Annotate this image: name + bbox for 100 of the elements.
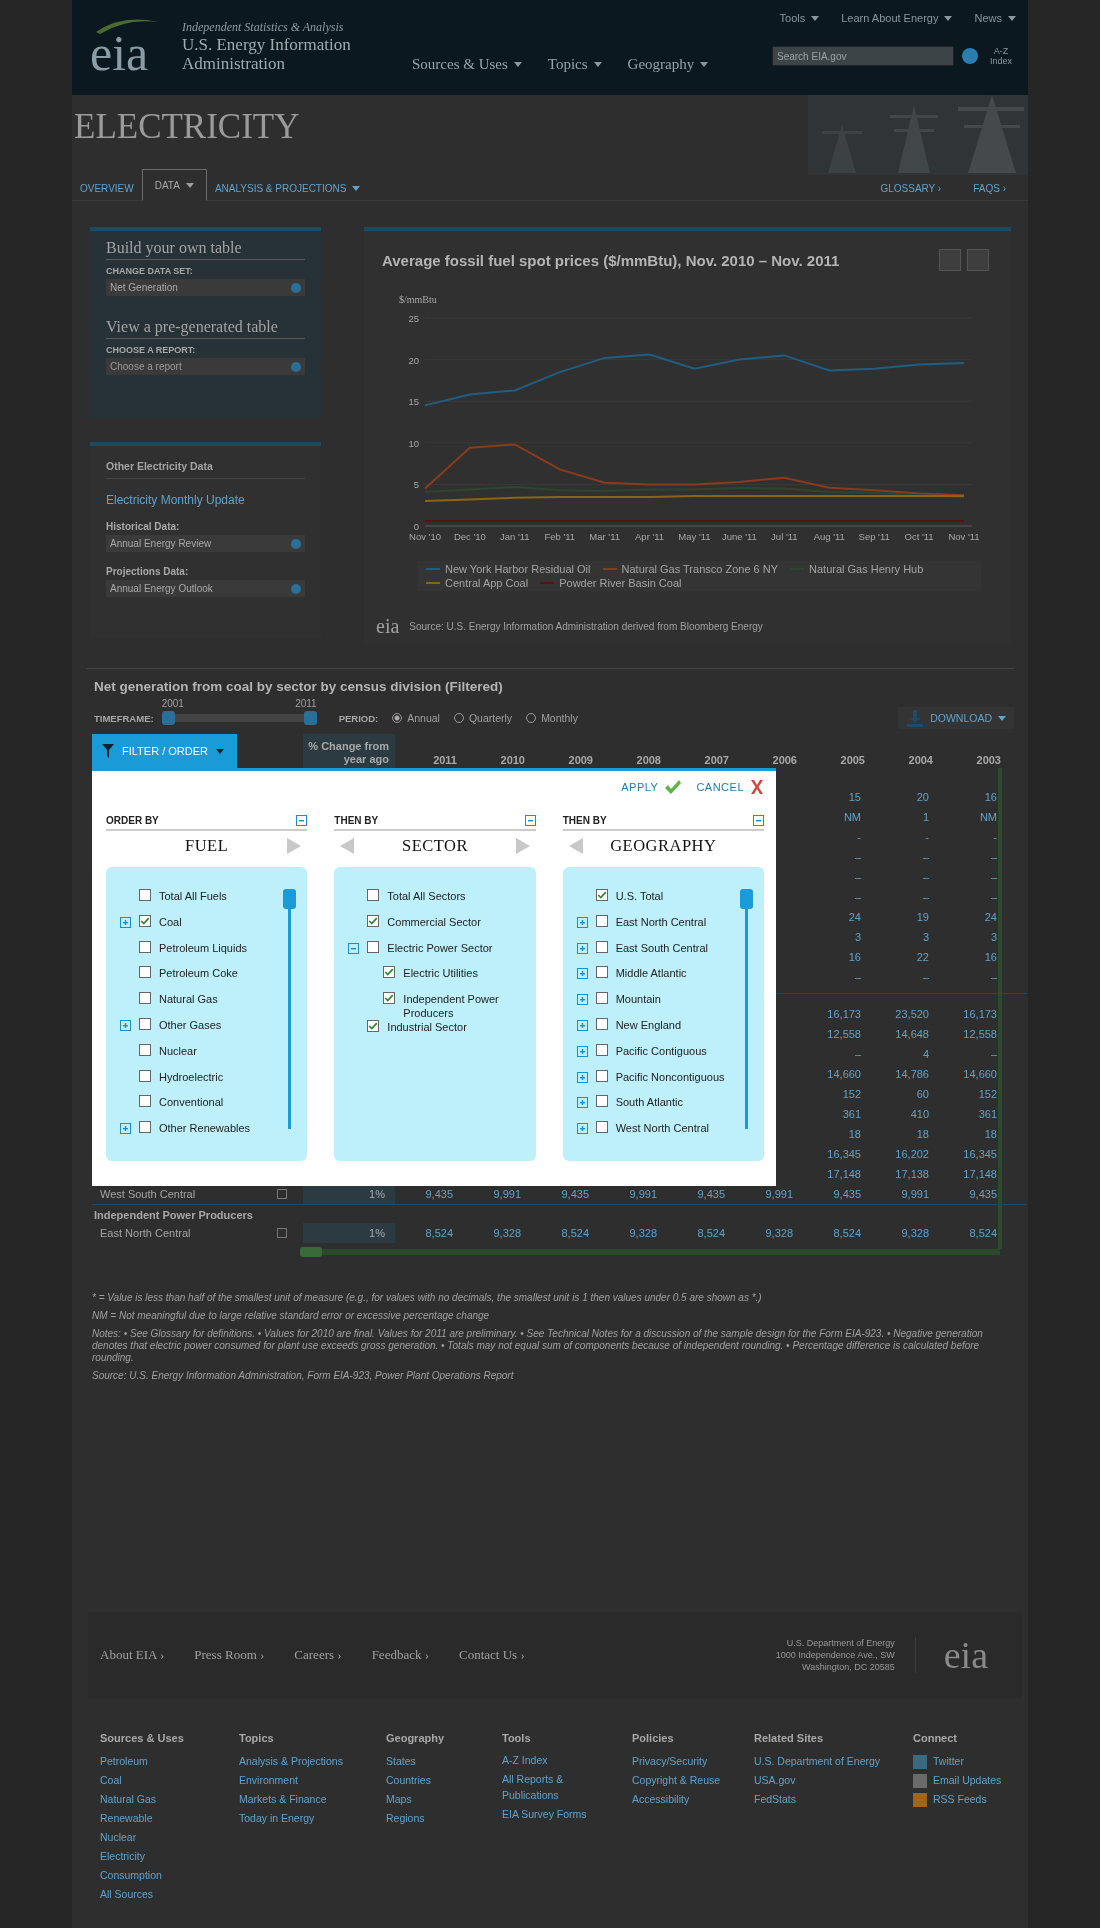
checkbox[interactable] [595, 1018, 608, 1030]
footer-link[interactable]: RSS Feeds [933, 1790, 987, 1809]
scroll-thumb[interactable] [283, 889, 297, 909]
footer-link[interactable]: Electricity [100, 1847, 239, 1866]
footer-link[interactable]: Contact Us › [459, 1647, 525, 1663]
footer-link[interactable]: Environment [239, 1771, 386, 1790]
checkbox[interactable] [139, 1043, 151, 1056]
footer-link[interactable]: Feedback › [371, 1647, 429, 1663]
scrollbar[interactable] [300, 1247, 1000, 1257]
checkbox[interactable] [383, 966, 396, 979]
expand-icon[interactable] [576, 1071, 588, 1083]
checkbox[interactable] [595, 1069, 608, 1082]
footer-link[interactable]: Consumption [100, 1866, 239, 1885]
expand-icon[interactable] [576, 1123, 588, 1135]
apply-button[interactable]: APPLY [621, 779, 683, 795]
footer-link[interactable]: States [386, 1752, 502, 1771]
checkbox[interactable] [595, 940, 608, 953]
checkbox[interactable] [595, 992, 608, 1005]
az-index-link[interactable]: A-Z Index [986, 46, 1016, 66]
search-field[interactable]: Search EIA.gov [772, 46, 954, 66]
footer-link[interactable]: Twitter [933, 1752, 964, 1771]
footer-link[interactable]: EIA Survey Forms [502, 1806, 602, 1822]
radio-button[interactable] [392, 713, 403, 723]
expand-icon[interactable] [576, 994, 588, 1006]
checkbox[interactable] [139, 992, 151, 1005]
scroll-thumb[interactable] [300, 1247, 322, 1257]
cancel-button[interactable]: CANCEL [696, 779, 764, 795]
footer-link[interactable]: Accessibility [632, 1790, 754, 1809]
logo[interactable]: eia [915, 1633, 1022, 1677]
top-link[interactable]: Learn About Energy [841, 12, 953, 24]
checkbox[interactable] [595, 1121, 608, 1134]
expand-icon[interactable] [576, 1020, 588, 1031]
tab-link[interactable]: GLOSSARY › [870, 175, 964, 201]
dropdown-field[interactable]: Annual Energy Outlook [106, 580, 305, 597]
footer-link[interactable]: Maps [386, 1790, 502, 1809]
checkbox[interactable] [139, 1095, 151, 1108]
nav-item[interactable]: Sources & Uses [412, 56, 522, 73]
footer-link[interactable]: Press Room › [194, 1647, 265, 1663]
tab[interactable]: OVERVIEW [72, 175, 142, 201]
top-link[interactable]: Tools [779, 12, 820, 24]
dropdown-field[interactable]: Choose a report [106, 358, 305, 375]
footer-link[interactable]: Privacy/Security [632, 1752, 754, 1771]
collapse-icon[interactable] [348, 942, 360, 954]
footer-link[interactable]: Copyright & Reuse [632, 1771, 754, 1790]
checkbox[interactable] [139, 940, 151, 953]
nav-item[interactable]: Geography [627, 56, 709, 73]
checkbox[interactable] [367, 1020, 380, 1033]
checkbox[interactable] [595, 914, 608, 927]
footer-link[interactable]: A-Z Index [502, 1752, 602, 1768]
footer-link[interactable]: FedStats [754, 1790, 913, 1809]
dropdown-field[interactable]: Annual Energy Review [106, 535, 305, 552]
checkbox[interactable] [595, 889, 608, 901]
checkbox[interactable] [139, 1121, 151, 1134]
tab-link[interactable]: FAQS › [963, 175, 1028, 201]
checkbox[interactable] [139, 914, 151, 927]
checkbox[interactable] [595, 1095, 608, 1108]
footer-link[interactable]: Petroleum [100, 1752, 239, 1771]
expand-icon[interactable] [576, 968, 588, 980]
expand-icon[interactable] [576, 942, 588, 954]
checkbox[interactable] [595, 1043, 608, 1056]
footer-link[interactable]: Careers › [294, 1647, 342, 1663]
footer-link[interactable]: Coal [100, 1771, 239, 1790]
expand-icon[interactable] [120, 1123, 131, 1135]
download-button[interactable]: DOWNLOAD [898, 707, 1014, 729]
footer-link[interactable]: Nuclear [100, 1828, 239, 1847]
checkbox[interactable] [139, 1069, 151, 1082]
checkbox[interactable] [367, 914, 380, 927]
tab[interactable]: ANALYSIS & PROJECTIONS [206, 175, 369, 201]
expand-icon[interactable] [576, 1097, 588, 1109]
expand-icon[interactable] [120, 916, 131, 928]
link[interactable]: Electricity Monthly Update [106, 493, 305, 507]
footer-link[interactable]: All Reports & Publications [502, 1771, 602, 1803]
checkbox[interactable] [139, 1018, 151, 1030]
footer-link[interactable]: U.S. Department of Energy [754, 1752, 913, 1771]
checkbox[interactable] [367, 889, 380, 901]
checkbox[interactable] [367, 940, 380, 953]
checkbox[interactable] [139, 889, 151, 901]
footer-link[interactable]: All Sources [100, 1885, 239, 1904]
footer-link[interactable]: USA.gov [754, 1771, 913, 1790]
footer-link[interactable]: Natural Gas [100, 1790, 239, 1809]
footer-link[interactable]: Countries [386, 1771, 502, 1790]
footer-link[interactable]: Markets & Finance [239, 1790, 386, 1809]
footer-link[interactable]: Today in Energy [239, 1809, 386, 1828]
footer-link[interactable]: About EIA › [100, 1647, 165, 1663]
checkbox[interactable] [383, 992, 396, 1005]
top-link[interactable]: News [974, 12, 1016, 24]
slider-handle[interactable] [161, 711, 175, 725]
search-button[interactable] [962, 48, 978, 64]
expand-icon[interactable] [576, 1045, 588, 1057]
checkbox[interactable] [139, 966, 151, 979]
footer-link[interactable]: Email Updates [933, 1771, 1002, 1790]
slider-handle[interactable] [303, 711, 317, 725]
footer-link[interactable]: Analysis & Projections [239, 1752, 386, 1771]
footer-link[interactable]: Regions [386, 1809, 502, 1828]
dropdown-field[interactable]: Net Generation [106, 279, 305, 296]
scroll-thumb[interactable] [740, 889, 753, 909]
logo[interactable]: eia [90, 28, 149, 78]
nav-item[interactable]: Topics [547, 56, 602, 73]
tab[interactable]: DATA [141, 169, 207, 201]
expand-icon[interactable] [576, 916, 588, 928]
